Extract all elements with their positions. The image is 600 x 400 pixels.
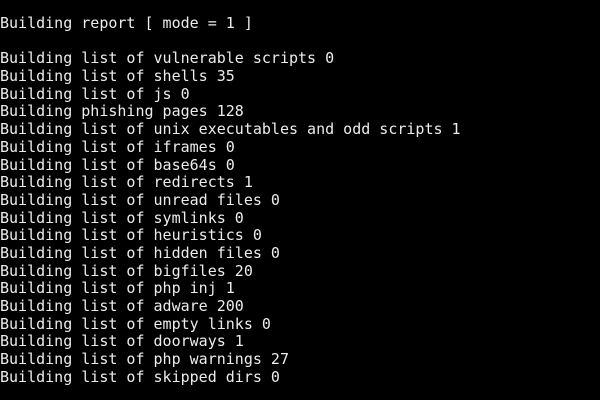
terminal-output[interactable]: Building report [ mode = 1 ] Building li… <box>0 0 600 400</box>
output-line: Building list of heuristics 0 <box>0 226 262 245</box>
output-line: Building list of bigfiles 20 <box>0 261 253 280</box>
output-line: Building list of vulnerable scripts 0 <box>0 49 335 68</box>
output-line: Building list of empty links 0 <box>0 314 271 333</box>
output-line: Building list of redirects 1 <box>0 173 253 192</box>
output-line: Building list of hidden files 0 <box>0 243 280 262</box>
output-line: Building list of iframes 0 <box>0 137 235 156</box>
output-line: Building list of symlinks 0 <box>0 208 244 227</box>
output-line: Building list of php warnings 27 <box>0 350 289 369</box>
output-line: Building list of doorways 1 <box>0 332 244 351</box>
output-line: Building list of shells 35 <box>0 67 235 86</box>
output-line: Building list of php inj 1 <box>0 279 235 298</box>
output-line: Building phishing pages 128 <box>0 102 244 121</box>
output-line: Building list of unread files 0 <box>0 190 280 209</box>
output-line: Building list of adware 200 <box>0 297 244 315</box>
output-line: Building list of unix executables and od… <box>0 120 461 139</box>
report-header: Building report [ mode = 1 ] <box>0 14 253 32</box>
output-line: Building list of skipped dirs 0 <box>0 367 280 386</box>
output-line: Building list of js 0 <box>0 84 190 103</box>
output-line: Building list of base64s 0 <box>0 155 235 174</box>
